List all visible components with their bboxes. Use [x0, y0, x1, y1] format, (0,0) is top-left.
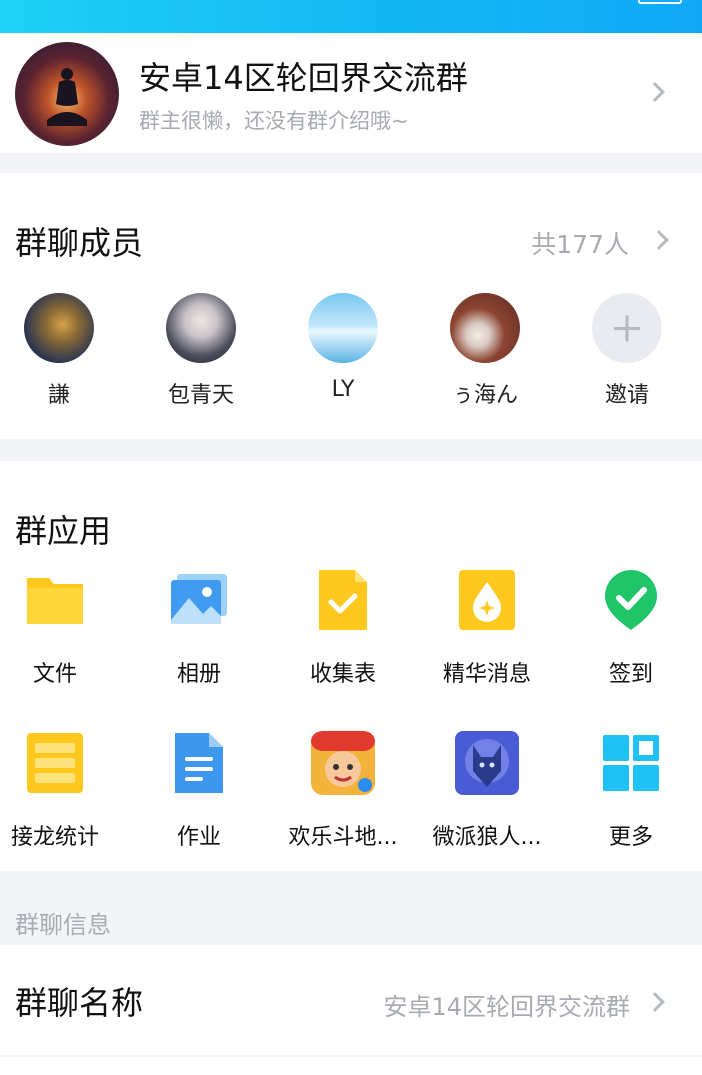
- member-item[interactable]: 包青天: [146, 293, 256, 409]
- app-game-doudizhu[interactable]: 欢乐斗地...: [273, 731, 413, 851]
- app-relay[interactable]: 接龙统计: [0, 731, 125, 851]
- checkin-icon: [605, 570, 657, 630]
- plus-icon: [592, 293, 662, 363]
- group-name-title: 群聊名称: [15, 984, 144, 1022]
- group-apps-section: 群应用 文件 相册 收集表 精华消息 签到 接龙统计 作业 欢乐斗地... 微派…: [0, 461, 702, 871]
- invite-button[interactable]: 邀请: [572, 293, 682, 409]
- top-right-button[interactable]: [638, 0, 682, 4]
- app-game-werewolf[interactable]: 微派狼人...: [417, 731, 557, 851]
- app-label: 接龙统计: [10, 825, 99, 850]
- invite-label: 邀请: [604, 383, 649, 408]
- chevron-right-icon: [645, 992, 665, 1012]
- members-section: 群聊成员 共177人 謙 包青天 LY ぅ海ん 邀请: [0, 173, 702, 439]
- group-avatar[interactable]: [15, 42, 119, 146]
- app-label: 收集表: [309, 662, 376, 687]
- group-info-section-label: 群聊信息: [15, 911, 111, 939]
- member-avatar: [24, 293, 94, 363]
- app-label: 相册: [176, 662, 221, 687]
- member-item[interactable]: LY: [288, 293, 398, 402]
- member-avatar: [450, 293, 520, 363]
- app-label: 精华消息: [442, 662, 531, 687]
- app-label: 签到: [608, 662, 653, 687]
- member-count[interactable]: 共177人: [531, 225, 629, 261]
- next-row[interactable]: [0, 1057, 702, 1075]
- member-name: 謙: [47, 383, 70, 408]
- group-header[interactable]: 安卓14区轮回界交流群 群主很懒，还没有群介绍哦~: [0, 33, 702, 153]
- album-icon: [171, 574, 227, 624]
- game-werewolf-icon: [455, 731, 519, 795]
- app-label: 作业: [176, 825, 221, 850]
- member-name: LY: [331, 377, 355, 402]
- app-label: 欢乐斗地...: [288, 825, 398, 850]
- app-album[interactable]: 相册: [129, 568, 269, 688]
- relay-icon: [27, 733, 83, 793]
- status-bar: [0, 0, 702, 33]
- collect-form-icon: [319, 570, 367, 630]
- member-name: 包青天: [167, 383, 234, 408]
- member-item[interactable]: 謙: [4, 293, 114, 409]
- group-description: 群主很懒，还没有群介绍哦~: [139, 109, 409, 133]
- member-avatar: [308, 293, 378, 363]
- app-files[interactable]: 文件: [0, 568, 125, 688]
- group-name-row[interactable]: 群聊名称 安卓14区轮回界交流群: [0, 945, 702, 1055]
- essence-icon: [459, 570, 515, 630]
- folder-icon: [27, 578, 83, 624]
- member-name: ぅ海ん: [451, 383, 518, 408]
- group-name: 安卓14区轮回界交流群: [139, 59, 468, 97]
- members-title: 群聊成员: [15, 224, 144, 262]
- app-label: 文件: [32, 662, 77, 687]
- chevron-right-icon[interactable]: [649, 230, 669, 250]
- member-item[interactable]: ぅ海ん: [430, 293, 540, 409]
- chevron-right-icon: [645, 82, 665, 102]
- app-more[interactable]: 更多: [561, 731, 701, 851]
- app-homework[interactable]: 作业: [129, 731, 269, 851]
- app-label: 更多: [608, 825, 653, 850]
- app-essence[interactable]: 精华消息: [417, 568, 557, 688]
- game-doudizhu-icon: [311, 731, 375, 795]
- app-label: 微派狼人...: [432, 825, 542, 850]
- app-collect-form[interactable]: 收集表: [273, 568, 413, 688]
- more-grid-icon: [603, 735, 659, 791]
- homework-icon: [175, 733, 223, 793]
- group-name-value: 安卓14区轮回界交流群: [383, 993, 630, 1021]
- app-checkin[interactable]: 签到: [561, 568, 701, 688]
- apps-title: 群应用: [15, 512, 112, 550]
- member-avatar: [166, 293, 236, 363]
- meditating-figure-icon: [47, 68, 87, 126]
